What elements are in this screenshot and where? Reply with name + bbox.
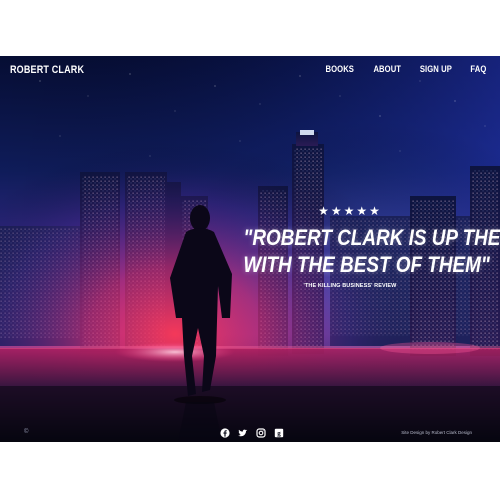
hero-section: ROBERT CLARK BOOKS ABOUT SIGN UP FAQ ★★★… (0, 56, 500, 442)
nav-link-about[interactable]: ABOUT (373, 64, 401, 74)
instagram-icon[interactable] (256, 428, 266, 438)
quote-line-1: "ROBERT CLARK IS UP THERE (243, 225, 500, 250)
footer-bar: © g Site Design by Robert Clark Design (0, 426, 500, 442)
nav-links: BOOKS ABOUT SIGN UP FAQ (323, 64, 488, 74)
quote-line-2: WITH THE BEST OF THEM" (243, 252, 490, 277)
site-brand[interactable]: ROBERT CLARK (10, 64, 84, 76)
nav-link-faq[interactable]: FAQ (471, 64, 487, 74)
nav-link-sign-up[interactable]: SIGN UP (420, 64, 452, 74)
quote-source: 'THE KILLING BUSINESS' REVIEW (303, 283, 397, 289)
facebook-icon[interactable] (220, 428, 230, 438)
svg-text:g: g (277, 430, 281, 438)
social-links: g (220, 428, 284, 438)
copyright-symbol: © (24, 429, 29, 435)
top-navigation: ROBERT CLARK BOOKS ABOUT SIGN UP FAQ (0, 56, 500, 86)
five-star-rating: ★★★★★ (318, 204, 382, 218)
nav-link-books[interactable]: BOOKS (326, 64, 354, 74)
review-quote-block: ★★★★★ "ROBERT CLARK IS UP THERE WITH THE… (226, 204, 500, 289)
goodreads-icon[interactable]: g (274, 428, 284, 438)
site-credit[interactable]: Site Design by Robert Clark Design (401, 430, 472, 435)
twitter-icon[interactable] (238, 428, 248, 438)
